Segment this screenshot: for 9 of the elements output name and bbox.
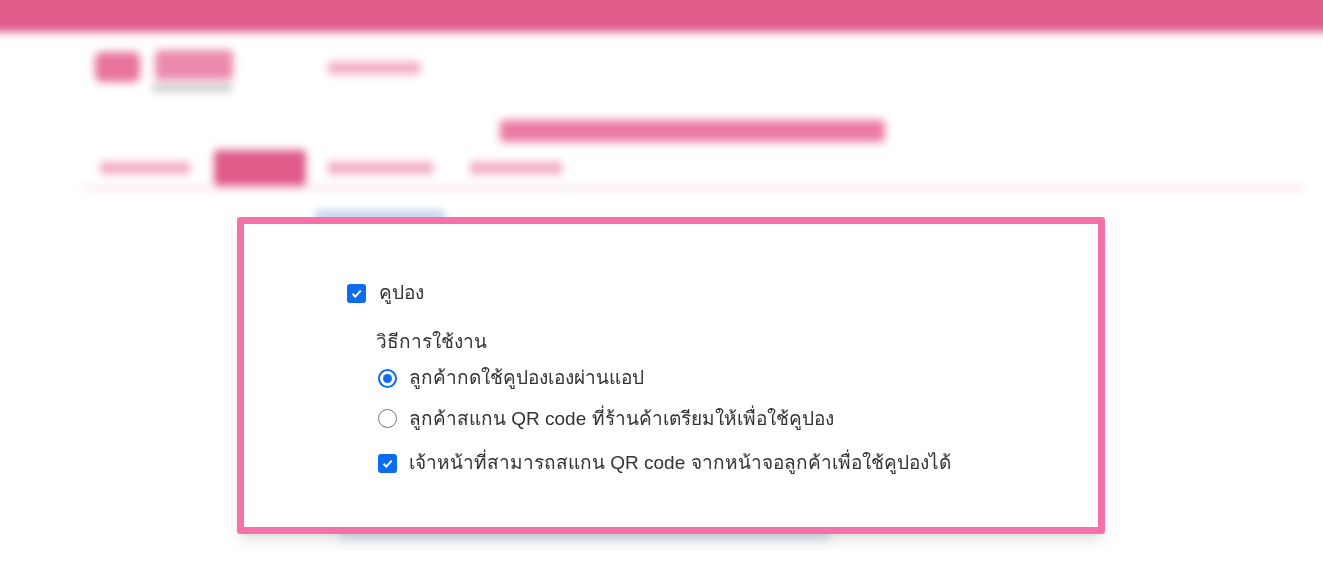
checkbox[interactable] <box>347 283 366 303</box>
checkbox-label: คูปอง <box>379 281 424 306</box>
radio-label: ลูกค้าสแกน QR code ที่ร้านค้าเตรียมให้เพื่อใช้คูปอง <box>409 404 834 432</box>
checkbox-label: เจ้าหน้าที่สามารถสแกน QR code จากหน้าจอลูกค้าเพื่อใช้คูปองได้ <box>409 449 951 478</box>
radio-label: ลูกค้ากดใช้คูปองเองผ่านแอป <box>409 366 644 391</box>
radio-button[interactable] <box>378 409 397 429</box>
radio-button[interactable] <box>378 368 397 388</box>
section-label: วิธีการใช้งาน <box>376 329 488 354</box>
checkbox[interactable] <box>378 453 397 473</box>
